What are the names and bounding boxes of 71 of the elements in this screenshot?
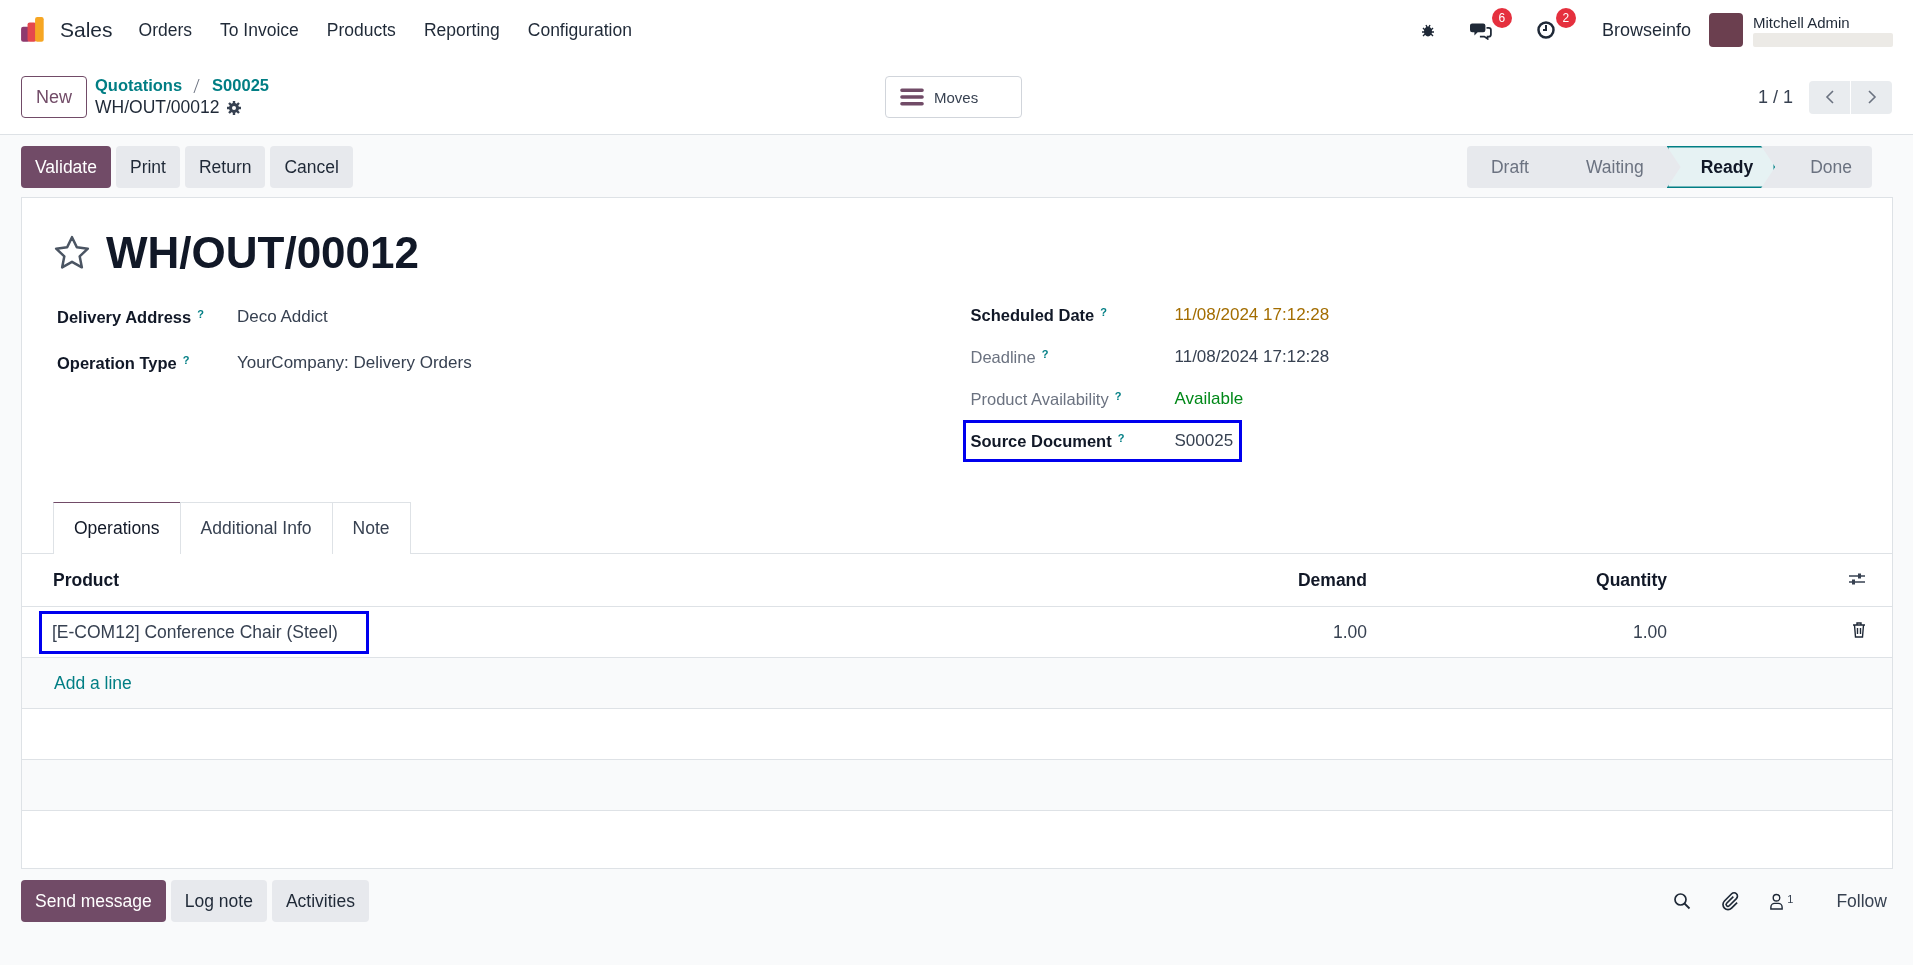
field-label: Delivery Address bbox=[57, 307, 192, 327]
status-stage[interactable]: Ready bbox=[1666, 146, 1776, 188]
quantity-cell: 1.00 bbox=[1632, 621, 1667, 642]
field-label: Product Availability bbox=[970, 389, 1109, 409]
clock-icon[interactable] bbox=[1535, 20, 1556, 40]
moves-button[interactable]: Moves bbox=[884, 76, 1022, 118]
column-settings-icon[interactable] bbox=[1848, 571, 1866, 586]
status-stage[interactable]: Done bbox=[1776, 146, 1872, 188]
record-title: WH/OUT/00012 bbox=[106, 228, 419, 278]
chat-icon[interactable] bbox=[1469, 20, 1492, 40]
follower-count: 1 bbox=[1787, 892, 1794, 905]
field-value: Deco Addict bbox=[237, 307, 328, 327]
field-value: YourCompany: Delivery Orders bbox=[237, 353, 472, 373]
tab[interactable]: Note bbox=[331, 502, 411, 554]
search-icon[interactable] bbox=[1673, 892, 1692, 910]
menu-icon bbox=[899, 88, 924, 106]
company-name[interactable]: Browseinfo bbox=[1601, 19, 1691, 41]
action-button[interactable]: Print bbox=[115, 146, 180, 188]
breadcrumb-link[interactable]: Quotations bbox=[95, 76, 183, 95]
field-value: 11/08/2024 17:12:28 bbox=[1174, 305, 1330, 325]
help-mark[interactable]: ? bbox=[1117, 431, 1125, 444]
chatter-button[interactable]: Log note bbox=[170, 880, 267, 922]
chevron-left-icon bbox=[1824, 89, 1835, 105]
column-header[interactable]: Demand bbox=[1068, 554, 1368, 607]
help-mark[interactable]: ? bbox=[1114, 389, 1122, 402]
chevron-right-icon bbox=[1866, 89, 1877, 105]
next-button[interactable] bbox=[1851, 80, 1892, 114]
menu-item[interactable]: Orders bbox=[138, 19, 192, 41]
product-cell[interactable]: [E-COM12] Conference Chair (Steel) bbox=[39, 610, 369, 654]
chatter-button[interactable]: Send message bbox=[21, 880, 166, 922]
help-mark[interactable]: ? bbox=[1100, 305, 1108, 318]
action-button[interactable]: Return bbox=[184, 146, 266, 188]
tab[interactable]: Additional Info bbox=[179, 502, 333, 554]
new-button[interactable]: New bbox=[21, 76, 87, 118]
pager-value: 1 / 1 bbox=[1757, 86, 1793, 108]
breadcrumb-link[interactable]: S00025 bbox=[212, 76, 269, 95]
status-stage[interactable]: Waiting bbox=[1551, 146, 1666, 188]
column-header[interactable]: Product bbox=[22, 554, 1068, 607]
app-name[interactable]: Sales bbox=[60, 18, 113, 42]
column-header[interactable]: Quantity bbox=[1368, 554, 1668, 607]
demand-cell: 1.00 bbox=[1332, 621, 1367, 642]
field-label: Source Document bbox=[970, 431, 1112, 451]
user-name[interactable]: Mitchell Admin bbox=[1753, 13, 1893, 31]
action-button[interactable]: Validate bbox=[21, 146, 111, 188]
field-value: S00025 bbox=[1174, 431, 1234, 451]
gear-icon[interactable] bbox=[225, 99, 242, 116]
record-name: WH/OUT/00012 bbox=[95, 97, 220, 118]
add-line-link[interactable]: Add a line bbox=[23, 672, 132, 693]
delete-icon[interactable] bbox=[1852, 621, 1866, 638]
menu-item[interactable]: Products bbox=[326, 19, 396, 41]
status-stage[interactable]: Draft bbox=[1466, 146, 1551, 188]
action-button[interactable]: Cancel bbox=[270, 146, 353, 188]
menu-item[interactable]: Configuration bbox=[527, 19, 632, 41]
tab[interactable]: Operations bbox=[53, 502, 181, 554]
field-label: Operation Type bbox=[57, 353, 177, 373]
help-mark[interactable]: ? bbox=[182, 353, 190, 366]
field-value: Available bbox=[1174, 389, 1244, 409]
activity-count-badge: 2 bbox=[1555, 8, 1576, 28]
field-label: Scheduled Date bbox=[970, 305, 1095, 325]
follow-button[interactable]: Follow bbox=[1810, 890, 1893, 912]
paperclip-icon[interactable] bbox=[1720, 891, 1741, 911]
person-icon[interactable] bbox=[1769, 892, 1785, 910]
menu-item[interactable]: Reporting bbox=[423, 19, 500, 41]
field-value: 11/08/2024 17:12:28 bbox=[1174, 347, 1330, 367]
bug-icon[interactable] bbox=[1419, 22, 1436, 38]
help-mark[interactable]: ? bbox=[1041, 347, 1049, 360]
chatter-button[interactable]: Activities bbox=[271, 880, 369, 922]
field-label: Deadline bbox=[970, 347, 1036, 367]
message-count-badge: 6 bbox=[1491, 8, 1512, 28]
help-mark[interactable]: ? bbox=[197, 307, 204, 320]
menu-item[interactable]: To Invoice bbox=[220, 19, 299, 41]
